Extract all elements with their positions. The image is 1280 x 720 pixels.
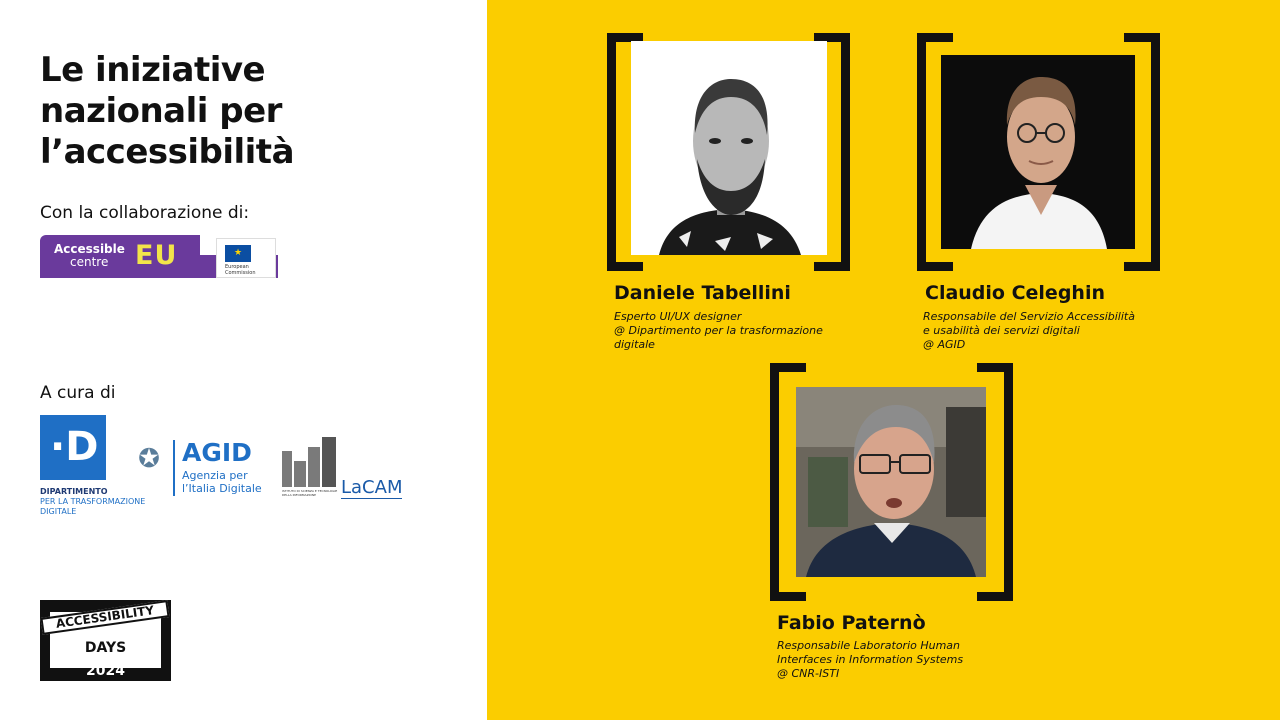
speaker-2-role-line1: Responsabile del Servizio Accessibilità (923, 310, 1135, 323)
italian-emblem-icon: ✪ (138, 444, 160, 474)
dtd-line2: PER LA TRASFORMAZIONE DIGITALE (40, 497, 146, 516)
accessible-eu-line2: centre (70, 255, 109, 269)
speaker-3-role-line3: @ CNR-ISTI (777, 667, 840, 680)
speaker-1-role-line1: Esperto UI/UX designer (614, 310, 742, 323)
speaker-photo-frame (607, 33, 850, 271)
dtd-logo-mark: ·D (40, 415, 106, 480)
title-line-1: Le iniziative (40, 50, 266, 90)
accessibility-days-days: DAYS (84, 640, 127, 656)
speaker-photo (941, 55, 1135, 249)
speaker-2-role-line2: e usabilità dei servizi digitali (923, 324, 1080, 337)
isti-blocks-icon: ISTITUTO DI SCIENZA E TECNOLOGIE DELLA I… (282, 437, 340, 499)
curated-by-label: A cura di (40, 383, 116, 403)
accessibility-days-year: 2024 (86, 663, 125, 679)
accessible-eu-logo: Accessible centre EU ★ European Commissi… (40, 235, 278, 278)
collaboration-label: Con la collaborazione di: (40, 203, 250, 223)
agid-divider (173, 440, 175, 496)
speaker-3-role-line2: Interfaces in Information Systems (777, 653, 964, 666)
speaker-3-role-line1: Responsabile Laboratorio Human (777, 639, 961, 652)
speaker-1-name: Daniele Tabellini (614, 282, 791, 304)
speaker-photo (796, 387, 986, 577)
speaker-1-role-line2: @ Dipartimento per la trasformazione (614, 324, 823, 337)
title-line-2: nazionali per (40, 91, 282, 131)
speaker-2-name: Claudio Celeghin (925, 282, 1105, 304)
speaker-2-role-line3: @ AGID (923, 338, 966, 351)
accessible-eu-eu: EU (135, 240, 178, 271)
isti-small-text: ISTITUTO DI SCIENZA E TECNOLOGIE DELLA I… (282, 489, 338, 497)
page-title: Le iniziative nazionali per l’accessibil… (40, 50, 460, 173)
speaker-photo-frame (917, 33, 1160, 271)
speaker-1-role: Esperto UI/UX designer @ Dipartimento pe… (614, 310, 823, 352)
title-line-3: l’accessibilità (40, 132, 295, 172)
lacam-logo: LaCAM (341, 477, 403, 499)
accessibility-days-logo: ACCESSIBILITY DAYS 2024 (40, 600, 171, 681)
eu-flag-icon: ★ (225, 245, 251, 262)
cnr-isti-logo: ISTITUTO DI SCIENZA E TECNOLOGIE DELLA I… (282, 437, 403, 501)
european-commission-logo: ★ European Commission (216, 238, 276, 278)
agid-logo: ✪ AGID Agenzia per l’Italia Digitale (133, 438, 263, 498)
accessible-eu-badge: Accessible centre EU (40, 235, 200, 278)
european-commission-text: European Commission (225, 264, 256, 276)
dtd-letter: ·D (50, 424, 99, 470)
speaker-photo-frame (770, 363, 1013, 601)
agid-subtitle: Agenzia per l’Italia Digitale (182, 469, 262, 495)
speaker-3-role: Responsabile Laboratorio Human Interface… (777, 639, 963, 681)
speaker-photo (631, 41, 827, 255)
speaker-2-role: Responsabile del Servizio Accessibilità … (923, 310, 1135, 352)
speaker-1-role-line3: digitale (614, 338, 655, 351)
left-panel: Le iniziative nazionali per l’accessibil… (0, 0, 487, 720)
speaker-3-name: Fabio Paternò (777, 612, 926, 634)
agid-sub-line1: Agenzia per (182, 469, 248, 482)
agid-sub-line2: l’Italia Digitale (182, 482, 262, 495)
dtd-line1: DIPARTIMENTO (40, 487, 108, 496)
agid-name: AGID (182, 438, 252, 467)
